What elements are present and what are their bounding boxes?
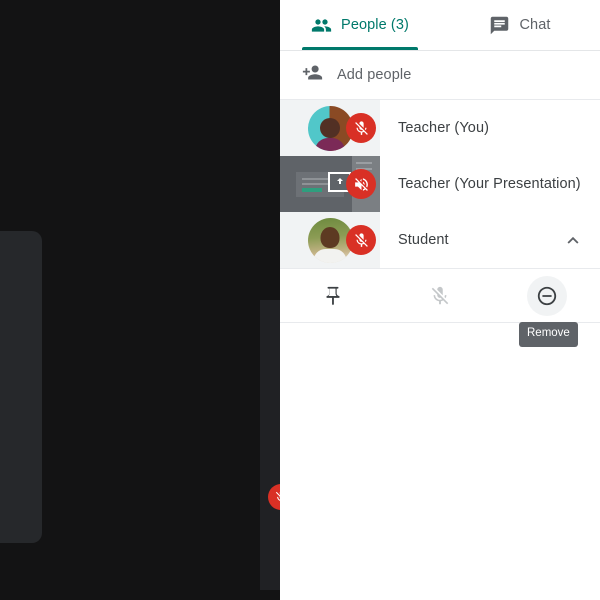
chevron-up-icon[interactable]	[562, 229, 584, 251]
pin-icon	[313, 276, 353, 316]
participant-list: Teacher (You) Teacher (Your Presentation…	[280, 100, 600, 268]
tab-people[interactable]: People (3)	[280, 0, 440, 50]
tab-chat[interactable]: Chat	[440, 0, 600, 50]
tab-people-label: People (3)	[341, 17, 409, 33]
participant-name: Teacher (Your Presentation)	[398, 176, 581, 192]
volume-off-icon	[346, 169, 376, 199]
tab-active-underline	[302, 47, 418, 50]
panel-empty-area	[280, 323, 600, 600]
participant-actions-bar	[280, 268, 600, 323]
participant-name-cell: Teacher (You)	[380, 100, 600, 156]
remove-button[interactable]	[493, 269, 600, 322]
participant-avatar-cell	[280, 212, 380, 268]
participant-name: Student	[398, 232, 449, 248]
video-stage	[0, 0, 280, 600]
add-people-button[interactable]: Add people	[280, 51, 600, 100]
add-people-label: Add people	[337, 67, 412, 83]
participant-name-cell: Teacher (Your Presentation)	[380, 156, 600, 212]
people-icon	[311, 15, 332, 36]
participant-row-teacher-you[interactable]: Teacher (You)	[280, 100, 600, 156]
mic-off-icon	[420, 276, 460, 316]
mic-off-icon	[346, 225, 376, 255]
mic-off-icon	[346, 113, 376, 143]
remove-circle-icon	[526, 275, 567, 316]
meeting-screen: People (3) Chat Add people Teacher (You)…	[0, 0, 600, 600]
tooltip-remove: Remove	[519, 322, 578, 347]
side-panel: People (3) Chat Add people Teacher (You)…	[280, 0, 600, 600]
participant-avatar-cell	[280, 100, 380, 156]
chat-icon	[489, 15, 510, 36]
person-add-icon	[302, 62, 323, 88]
main-video-tile[interactable]	[260, 300, 280, 590]
mute-button[interactable]	[387, 269, 494, 322]
participant-row-presentation[interactable]: Teacher (Your Presentation)	[280, 156, 600, 212]
pin-button[interactable]	[280, 269, 387, 322]
panel-tabs: People (3) Chat	[280, 0, 600, 51]
tab-chat-label: Chat	[519, 17, 551, 33]
participant-name: Teacher (You)	[398, 120, 490, 136]
self-view-tile[interactable]	[0, 231, 42, 543]
participant-avatar-cell	[280, 156, 380, 212]
participant-name-cell: Student	[380, 212, 600, 268]
participant-row-student[interactable]: Student	[280, 212, 600, 268]
